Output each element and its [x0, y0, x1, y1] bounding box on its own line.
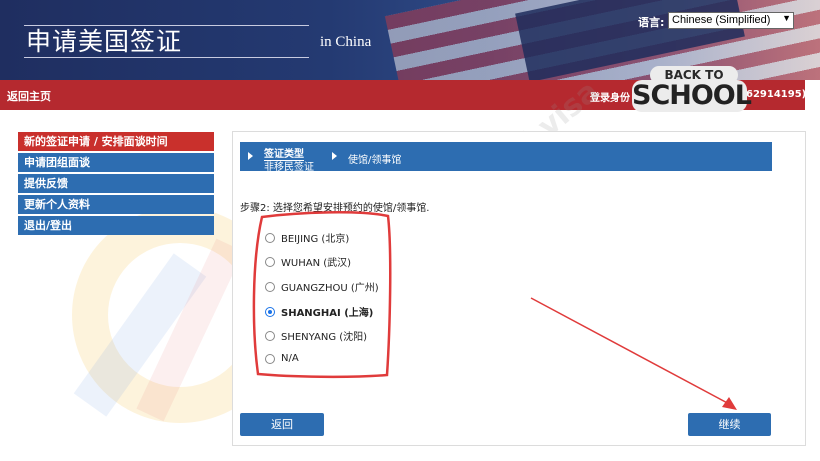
site-title: 申请美国签证 [26, 27, 183, 56]
radio-button[interactable] [265, 353, 275, 364]
site-subtitle: in China [320, 34, 372, 50]
step-visa-type-value: 非移民签证 [264, 162, 314, 173]
step-arrow-icon [332, 152, 337, 160]
option-label: SHANGHAI (上海) [281, 308, 374, 319]
language-label: 语言: [638, 16, 665, 29]
title-rule-bottom [24, 57, 309, 58]
login-identity-label: 登录身份 [590, 93, 630, 104]
continue-button[interactable]: 继续 [688, 413, 771, 436]
sidebar-item-group-interview[interactable]: 申请团组面谈 [18, 153, 214, 172]
radio-button-selected[interactable] [265, 306, 275, 317]
radio-button[interactable] [265, 256, 275, 267]
option-label: BEIJING (北京) [281, 234, 350, 245]
option-label: SHENYANG (沈阳) [281, 332, 368, 343]
option-shenyang[interactable]: SHENYANG (沈阳) [265, 328, 367, 343]
radio-button[interactable] [265, 281, 275, 292]
option-na[interactable]: N/A [265, 353, 299, 364]
progress-steps: 签证类型 非移民签证 使馆/领事馆 [240, 142, 772, 173]
option-wuhan[interactable]: WUHAN (武汉) [265, 254, 351, 269]
option-shanghai[interactable]: SHANGHAI (上海) [265, 304, 373, 319]
chevron-down-icon: ▼ [782, 13, 791, 23]
sidebar-menu: 新的签证申请 / 安排面谈时间 申请团组面谈 提供反馈 更新个人资料 退出/登出 [18, 132, 214, 237]
option-label: WUHAN (武汉) [281, 258, 352, 269]
sidebar-item-update-profile[interactable]: 更新个人资料 [18, 195, 214, 214]
sidebar-item-feedback[interactable]: 提供反馈 [18, 174, 214, 193]
step-arrow-icon [248, 152, 253, 160]
radio-button[interactable] [265, 232, 275, 243]
back-to-school-badge: BACK TO SCHOOL [632, 66, 752, 112]
step-consulate-title: 使馆/领事馆 [348, 155, 402, 166]
back-button[interactable]: 返回 [240, 413, 324, 436]
sidebar-item-new-application[interactable]: 新的签证申请 / 安排面谈时间 [18, 132, 214, 151]
language-select[interactable]: Chinese (Simplified) ▼ [668, 12, 794, 29]
option-guangzhou[interactable]: GUANGZHOU (广州) [265, 279, 379, 294]
home-link[interactable]: 返回主页 [7, 88, 51, 104]
option-label: GUANGZHOU (广州) [281, 283, 379, 294]
sidebar-item-logout[interactable]: 退出/登出 [18, 216, 214, 235]
option-beijing[interactable]: BEIJING (北京) [265, 230, 349, 245]
radio-button[interactable] [265, 330, 275, 341]
step-prompt: 步骤2: 选择您希望安排预约的使馆/领事馆. [240, 203, 430, 214]
badge-bottom-text: SCHOOL [632, 80, 752, 112]
login-identity-suffix: 62914195) [746, 89, 807, 100]
language-select-value: Chinese (Simplified) [672, 14, 771, 26]
option-label: N/A [281, 353, 299, 364]
